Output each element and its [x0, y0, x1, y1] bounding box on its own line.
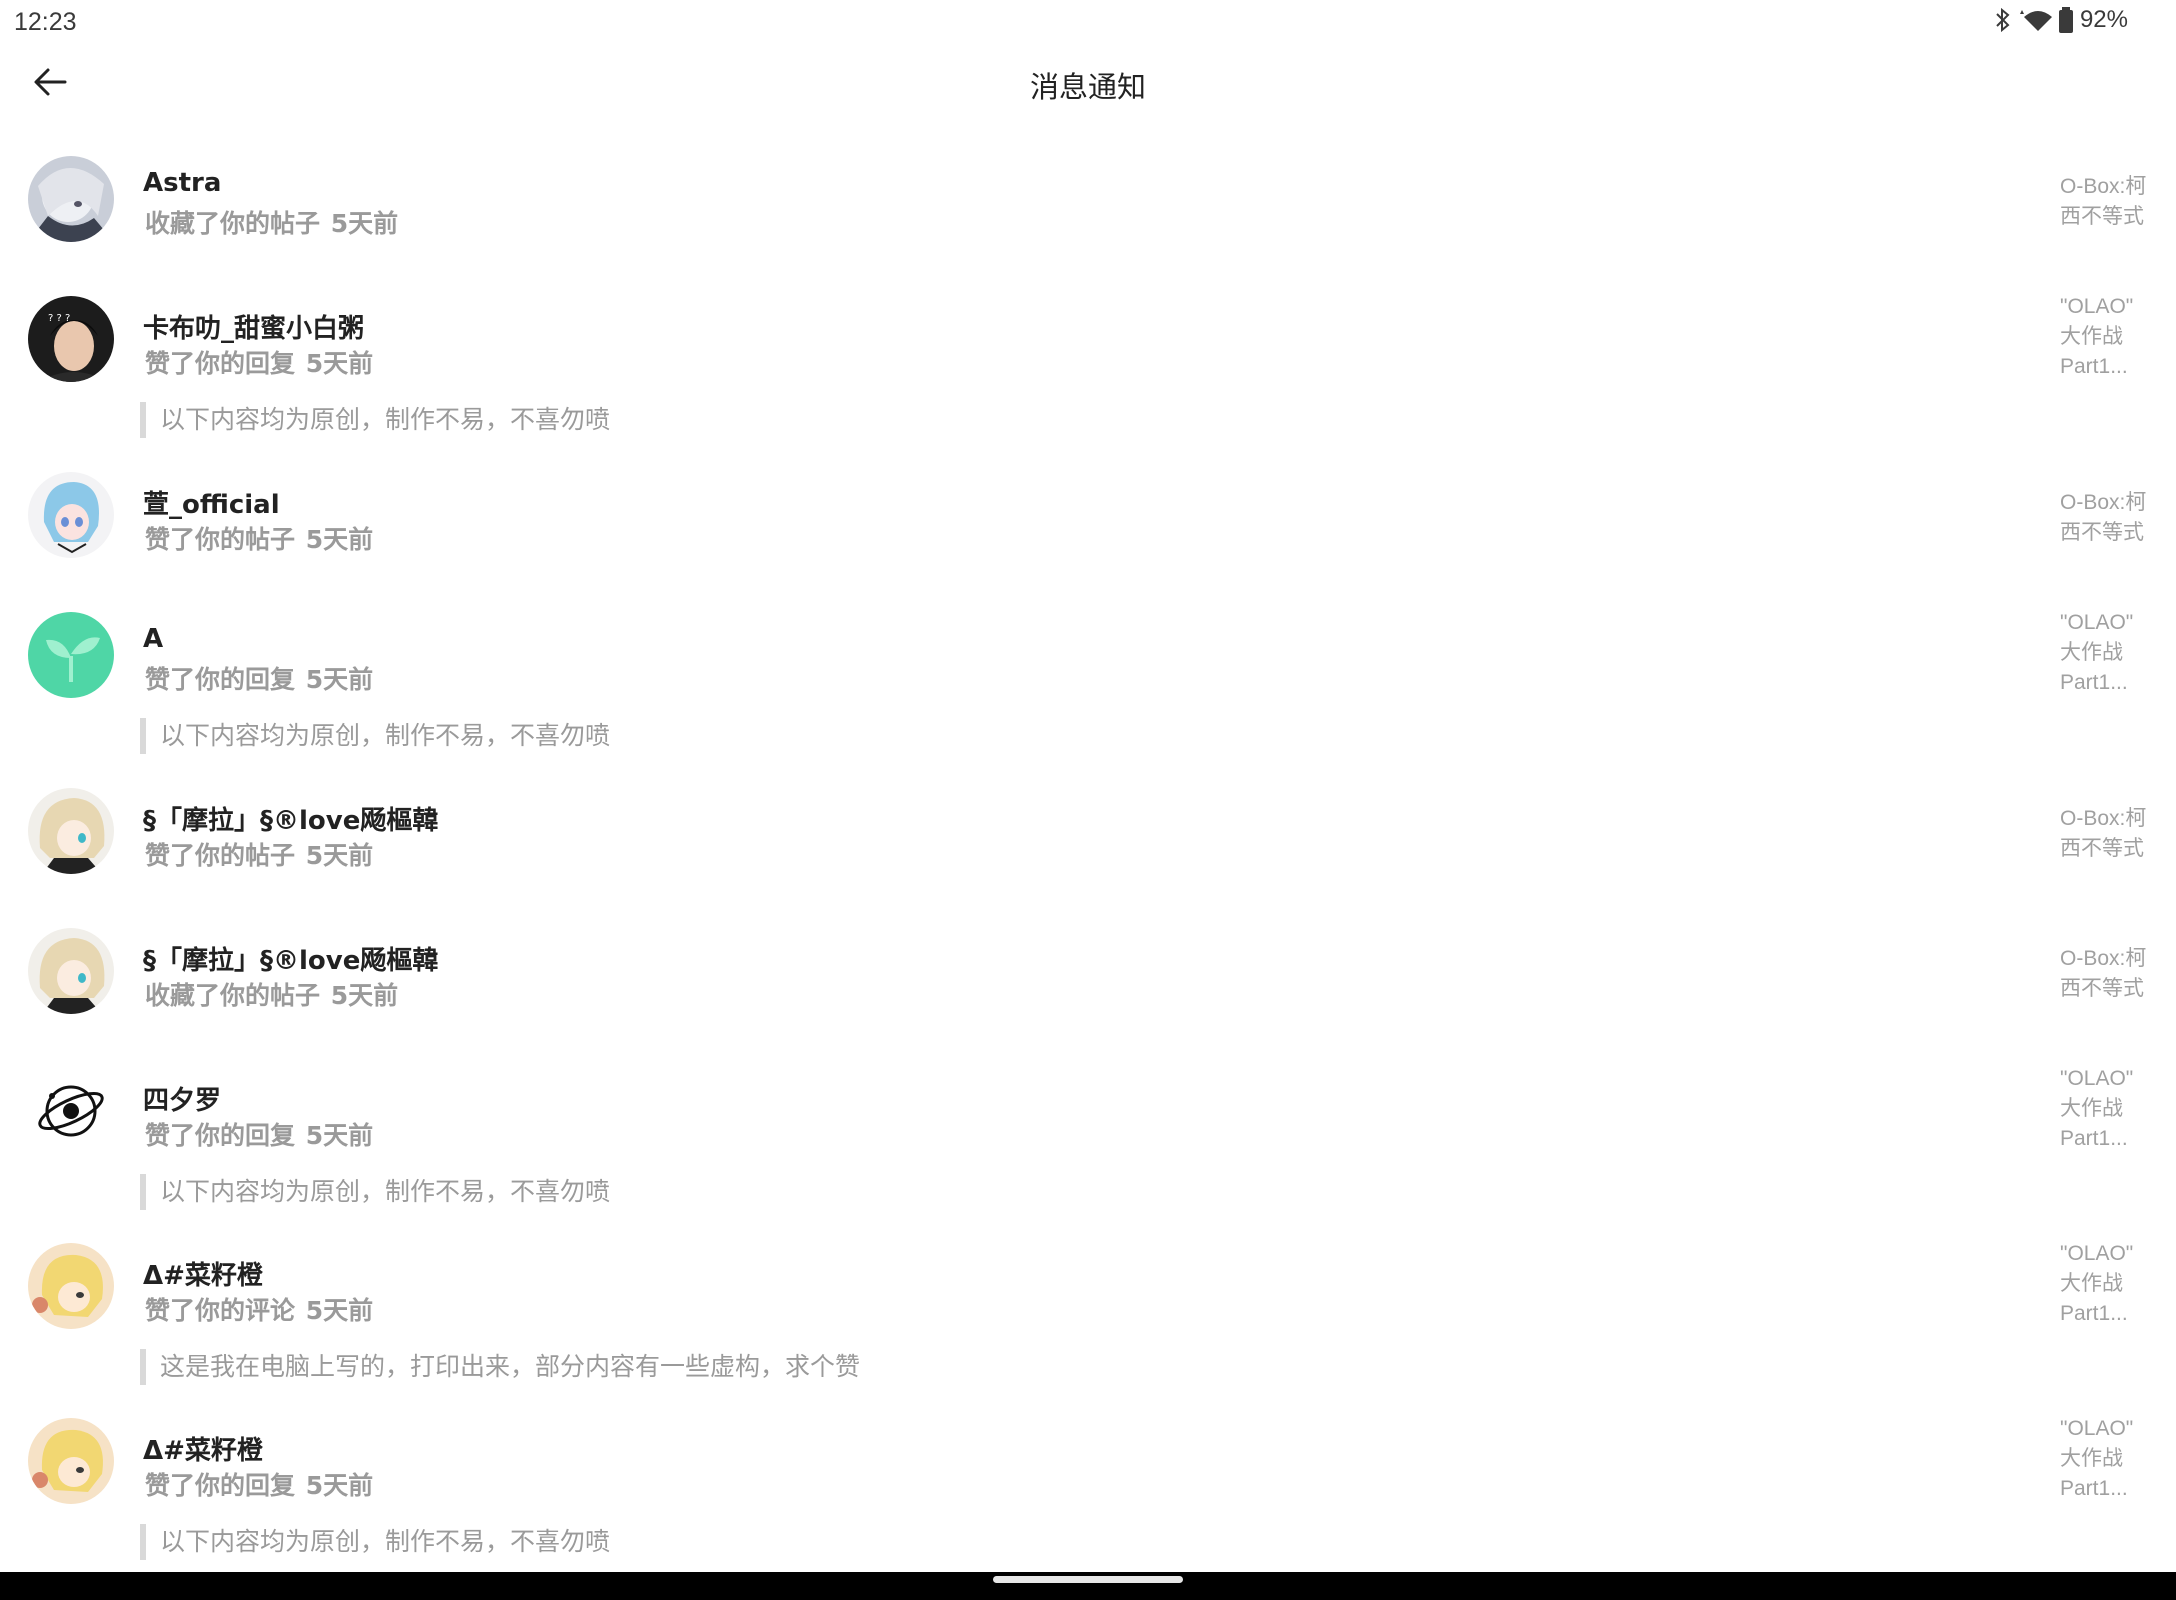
action-label: 赞了你的回复 — [145, 1121, 296, 1150]
notification-item[interactable]: Δ#菜籽橙 赞了你的评论 5天前 这是我在电脑上写的，打印出来，部分内容有一些虚… — [0, 1231, 2176, 1411]
time-label: 5天前 — [305, 841, 374, 870]
user-name[interactable]: Astra — [143, 168, 221, 198]
quoted-content[interactable]: 以下内容均为原创，制作不易，不喜勿喷 — [140, 1174, 610, 1210]
avatar[interactable] — [28, 472, 114, 558]
time-label: 5天前 — [305, 1296, 374, 1325]
user-name[interactable]: A — [143, 624, 163, 654]
time-label: 5天前 — [330, 209, 399, 238]
post-title[interactable]: "OLAO" 大作战 Part1... — [2060, 292, 2160, 382]
quoted-content[interactable]: 以下内容均为原创，制作不易，不喜勿喷 — [140, 1524, 610, 1560]
action-text: 赞了你的回复 5天前 — [143, 660, 373, 696]
action-label: 收藏了你的帖子 — [145, 209, 321, 238]
post-title[interactable]: "OLAO" 大作战 Part1... — [2060, 608, 2160, 698]
time-label: 5天前 — [305, 525, 374, 554]
time-label: 5天前 — [305, 665, 374, 694]
post-title[interactable]: O-Box:柯 西不等式 — [2060, 172, 2160, 232]
action-text: 赞了你的回复 5天前 — [143, 1466, 373, 1502]
header: 消息通知 — [0, 44, 2176, 124]
user-name[interactable]: Δ#菜籽橙 — [143, 1430, 263, 1467]
user-name[interactable]: Δ#菜籽橙 — [143, 1255, 263, 1292]
home-indicator[interactable] — [993, 1576, 1183, 1583]
quoted-content[interactable]: 这是我在电脑上写的，打印出来，部分内容有一些虚构，求个赞 — [140, 1349, 860, 1385]
time-label: 5天前 — [330, 981, 399, 1010]
time-label: 5天前 — [305, 1471, 374, 1500]
notification-item[interactable]: §「摩拉」§®love飏樞韓 赞了你的帖子 5天前 O-Box:柯 西不等式 — [0, 776, 2176, 896]
wifi-icon — [2018, 8, 2052, 32]
user-name[interactable]: 四夕罗 — [143, 1080, 221, 1117]
notification-item[interactable]: §「摩拉」§®love飏樞韓 收藏了你的帖子 5天前 O-Box:柯 西不等式 — [0, 916, 2176, 1036]
action-label: 赞了你的帖子 — [145, 841, 296, 870]
notification-item[interactable]: Astra 收藏了你的帖子 5天前 O-Box:柯 西不等式 — [0, 144, 2176, 264]
status-icons: 92% — [1994, 6, 2128, 34]
user-name[interactable]: 卡布叻_甜蜜小白粥 — [143, 308, 364, 345]
action-text: 赞了你的帖子 5天前 — [143, 836, 373, 872]
user-name[interactable]: 萱_official — [143, 484, 280, 521]
notification-item[interactable]: Δ#菜籽橙 赞了你的回复 5天前 以下内容均为原创，制作不易，不喜勿喷 "OLA… — [0, 1406, 2176, 1586]
user-name[interactable]: §「摩拉」§®love飏樞韓 — [143, 940, 438, 977]
action-text: 赞了你的回复 5天前 — [143, 344, 373, 380]
post-title[interactable]: "OLAO" 大作战 Part1... — [2060, 1414, 2160, 1504]
navigation-bar — [0, 1572, 2176, 1600]
action-label: 赞了你的回复 — [145, 665, 296, 694]
action-label: 赞了你的帖子 — [145, 525, 296, 554]
page-title: 消息通知 — [1029, 70, 1146, 104]
status-time: 12:23 — [14, 8, 77, 36]
battery-icon — [2058, 7, 2074, 33]
action-label: 赞了你的评论 — [145, 1296, 296, 1325]
notification-item[interactable]: 萱_official 赞了你的帖子 5天前 O-Box:柯 西不等式 — [0, 460, 2176, 580]
avatar[interactable] — [28, 1068, 114, 1154]
avatar[interactable]: ? ? ? — [28, 296, 114, 382]
post-title[interactable]: "OLAO" 大作战 Part1... — [2060, 1064, 2160, 1154]
time-label: 5天前 — [305, 1121, 374, 1150]
avatar[interactable] — [28, 1418, 114, 1504]
user-name[interactable]: §「摩拉」§®love飏樞韓 — [143, 800, 438, 837]
status-bar: 12:23 92% — [0, 0, 2176, 44]
action-label: 赞了你的回复 — [145, 1471, 296, 1500]
avatar[interactable] — [28, 788, 114, 874]
action-text: 赞了你的评论 5天前 — [143, 1291, 373, 1327]
post-title[interactable]: O-Box:柯 西不等式 — [2060, 488, 2160, 548]
avatar[interactable] — [28, 1243, 114, 1329]
avatar[interactable] — [28, 928, 114, 1014]
screen: 12:23 92% 消息通知 Astra 收藏了你的帖子 5天前 O-Box:柯… — [0, 0, 2176, 1600]
notification-item[interactable]: ? ? ? 卡布叻_甜蜜小白粥 赞了你的回复 5天前 以下内容均为原创，制作不易… — [0, 284, 2176, 464]
notification-item[interactable]: 四夕罗 赞了你的回复 5天前 以下内容均为原创，制作不易，不喜勿喷 "OLAO"… — [0, 1056, 2176, 1236]
post-title[interactable]: O-Box:柯 西不等式 — [2060, 944, 2160, 1004]
quoted-content[interactable]: 以下内容均为原创，制作不易，不喜勿喷 — [140, 718, 610, 754]
battery-percent: 92% — [2079, 6, 2128, 33]
action-text: 收藏了你的帖子 5天前 — [143, 204, 398, 240]
action-label: 赞了你的回复 — [145, 349, 296, 378]
post-title[interactable]: "OLAO" 大作战 Part1... — [2060, 1239, 2160, 1329]
quoted-content[interactable]: 以下内容均为原创，制作不易，不喜勿喷 — [140, 402, 610, 438]
svg-text:? ? ?: ? ? ? — [48, 313, 70, 324]
avatar[interactable] — [28, 612, 114, 698]
action-text: 赞了你的帖子 5天前 — [143, 520, 373, 556]
avatar[interactable] — [28, 156, 114, 242]
time-label: 5天前 — [305, 349, 374, 378]
action-text: 赞了你的回复 5天前 — [143, 1116, 373, 1152]
action-text: 收藏了你的帖子 5天前 — [143, 976, 398, 1012]
bluetooth-icon — [1994, 8, 2012, 32]
notification-item[interactable]: A 赞了你的回复 5天前 以下内容均为原创，制作不易，不喜勿喷 "OLAO" 大… — [0, 600, 2176, 780]
action-label: 收藏了你的帖子 — [145, 981, 321, 1010]
post-title[interactable]: O-Box:柯 西不等式 — [2060, 804, 2160, 864]
